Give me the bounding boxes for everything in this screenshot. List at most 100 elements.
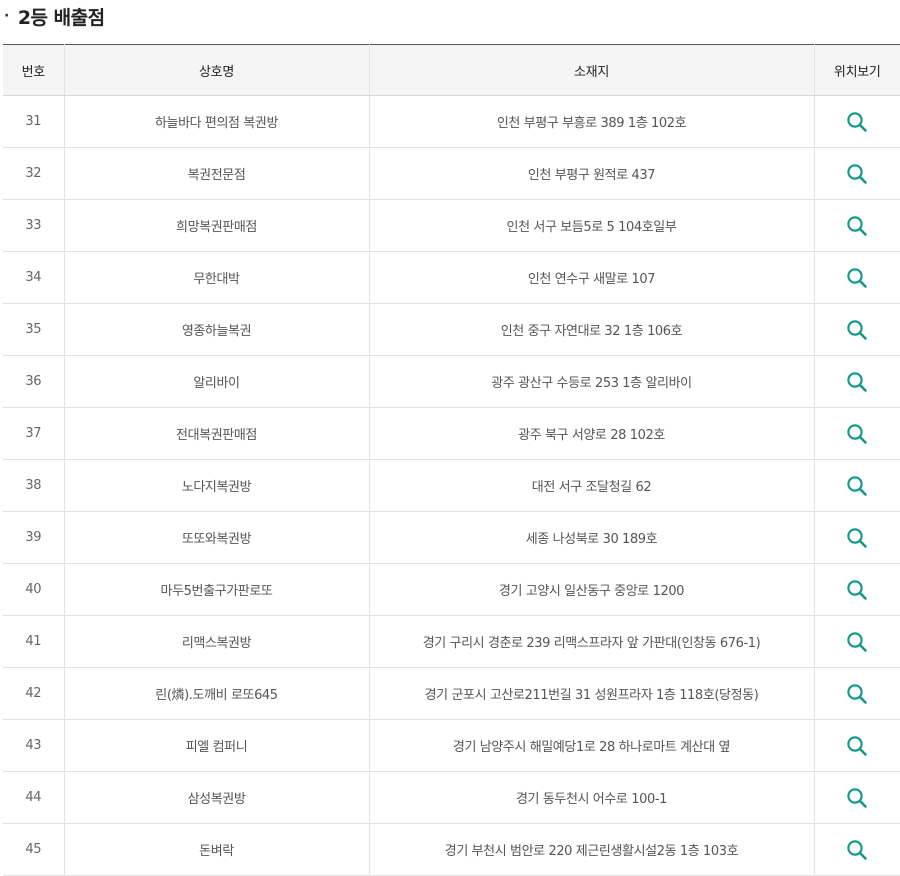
view-location-button[interactable] [842, 263, 872, 293]
store-name: 피엘 컴퍼니 [64, 719, 370, 772]
location-cell [814, 407, 900, 460]
search-icon[interactable] [846, 423, 868, 445]
store-address: 경기 구리시 경춘로 239 리맥스프라자 앞 가판대(인창동 676-1) [369, 615, 815, 668]
view-location-button[interactable] [842, 835, 872, 865]
table-row: 33 희망복권판매점 인천 서구 보듬5로 5 104호일부 [3, 199, 900, 252]
store-name: 노다지복권방 [64, 459, 370, 512]
view-location-button[interactable] [842, 159, 872, 189]
store-address: 경기 군포시 고산로211번길 31 성원프라자 1층 118호(당정동) [369, 667, 815, 720]
store-address: 세종 나성북로 30 189호 [369, 511, 815, 564]
search-icon[interactable] [846, 371, 868, 393]
row-number: 40 [3, 563, 65, 616]
store-name: 영종하늘복권 [64, 303, 370, 356]
table-row: 41 리맥스복권방 경기 구리시 경춘로 239 리맥스프라자 앞 가판대(인창동 … [3, 615, 900, 668]
table-row: 39 또또와복권방 세종 나성북로 30 189호 [3, 511, 900, 564]
search-icon[interactable] [846, 475, 868, 497]
search-icon[interactable] [846, 215, 868, 237]
section-title: · 2등 배출점 [4, 2, 105, 30]
table-row: 32 복권전문점 인천 부평구 원적로 437 [3, 147, 900, 200]
store-table: 번호 상호명 소재지 위치보기 31 하늘바다 편의점 복권방 인천 부평구 부흥로… [3, 44, 900, 876]
table-row: 44 삼성복권방 경기 동두천시 어수로 100-1 [3, 771, 900, 824]
view-location-button[interactable] [842, 627, 872, 657]
view-location-button[interactable] [842, 783, 872, 813]
store-name: 희망복권판매점 [64, 199, 370, 252]
search-icon[interactable] [846, 631, 868, 653]
location-cell [814, 511, 900, 564]
location-cell [814, 823, 900, 876]
location-cell [814, 251, 900, 304]
view-location-button[interactable] [842, 367, 872, 397]
store-name: 전대복권판매점 [64, 407, 370, 460]
table-row: 35 영종하늘복권 인천 중구 자연대로 32 1층 106호 [3, 303, 900, 356]
row-number: 42 [3, 667, 65, 720]
view-location-button[interactable] [842, 523, 872, 553]
location-cell [814, 199, 900, 252]
store-address: 인천 중구 자연대로 32 1층 106호 [369, 303, 815, 356]
search-icon[interactable] [846, 839, 868, 861]
search-icon[interactable] [846, 111, 868, 133]
table-row: 34 무한대박 인천 연수구 새말로 107 [3, 251, 900, 304]
table-row: 36 알리바이 광주 광산구 수등로 253 1층 알리바이 [3, 355, 900, 408]
store-name: 알리바이 [64, 355, 370, 408]
store-address: 경기 동두천시 어수로 100-1 [369, 771, 815, 824]
row-number: 41 [3, 615, 65, 668]
table-row: 31 하늘바다 편의점 복권방 인천 부평구 부흥로 389 1층 102호 [3, 95, 900, 148]
location-cell [814, 563, 900, 616]
store-address: 인천 부평구 부흥로 389 1층 102호 [369, 95, 815, 148]
store-address: 광주 북구 서양로 28 102호 [369, 407, 815, 460]
search-icon[interactable] [846, 527, 868, 549]
store-name: 마두5번출구가판로또 [64, 563, 370, 616]
search-icon[interactable] [846, 267, 868, 289]
location-cell [814, 459, 900, 512]
search-icon[interactable] [846, 579, 868, 601]
location-cell [814, 147, 900, 200]
location-cell [814, 667, 900, 720]
view-location-button[interactable] [842, 107, 872, 137]
table-row: 42 린(燐).도깨비 로또645 경기 군포시 고산로211번길 31 성원프라자… [3, 667, 900, 720]
store-address: 경기 고양시 일산동구 중앙로 1200 [369, 563, 815, 616]
store-name: 린(燐).도깨비 로또645 [64, 667, 370, 720]
table-row: 45 돈벼락 경기 부천시 범안로 220 제근린생활시설2동 1층 103호 [3, 823, 900, 876]
store-name: 복권전문점 [64, 147, 370, 200]
store-address: 경기 남양주시 해밀예당1로 28 하나로마트 계산대 옆 [369, 719, 815, 772]
row-number: 35 [3, 303, 65, 356]
row-number: 33 [3, 199, 65, 252]
view-location-button[interactable] [842, 575, 872, 605]
view-location-button[interactable] [842, 731, 872, 761]
search-icon[interactable] [846, 787, 868, 809]
row-number: 45 [3, 823, 65, 876]
row-number: 43 [3, 719, 65, 772]
store-address: 인천 연수구 새말로 107 [369, 251, 815, 304]
view-location-button[interactable] [842, 211, 872, 241]
location-cell [814, 355, 900, 408]
location-cell [814, 95, 900, 148]
row-number: 38 [3, 459, 65, 512]
store-name: 하늘바다 편의점 복권방 [64, 95, 370, 148]
view-location-button[interactable] [842, 315, 872, 345]
store-address: 광주 광산구 수등로 253 1층 알리바이 [369, 355, 815, 408]
header-location: 위치보기 [814, 44, 900, 96]
search-icon[interactable] [846, 735, 868, 757]
store-name: 삼성복권방 [64, 771, 370, 824]
row-number: 32 [3, 147, 65, 200]
section-title-text: 2등 배출점 [17, 6, 105, 29]
store-name: 무한대박 [64, 251, 370, 304]
search-icon[interactable] [846, 683, 868, 705]
location-cell [814, 719, 900, 772]
location-cell [814, 615, 900, 668]
header-number: 번호 [3, 44, 65, 96]
table-row: 38 노다지복권방 대전 서구 조달청길 62 [3, 459, 900, 512]
store-address: 대전 서구 조달청길 62 [369, 459, 815, 512]
table-row: 40 마두5번출구가판로또 경기 고양시 일산동구 중앙로 1200 [3, 563, 900, 616]
title-bullet: · [4, 8, 9, 24]
store-name: 또또와복권방 [64, 511, 370, 564]
view-location-button[interactable] [842, 419, 872, 449]
search-icon[interactable] [846, 163, 868, 185]
row-number: 34 [3, 251, 65, 304]
view-location-button[interactable] [842, 471, 872, 501]
search-icon[interactable] [846, 319, 868, 341]
row-number: 31 [3, 95, 65, 148]
table-row: 37 전대복권판매점 광주 북구 서양로 28 102호 [3, 407, 900, 460]
store-address: 경기 부천시 범안로 220 제근린생활시설2동 1층 103호 [369, 823, 815, 876]
view-location-button[interactable] [842, 679, 872, 709]
